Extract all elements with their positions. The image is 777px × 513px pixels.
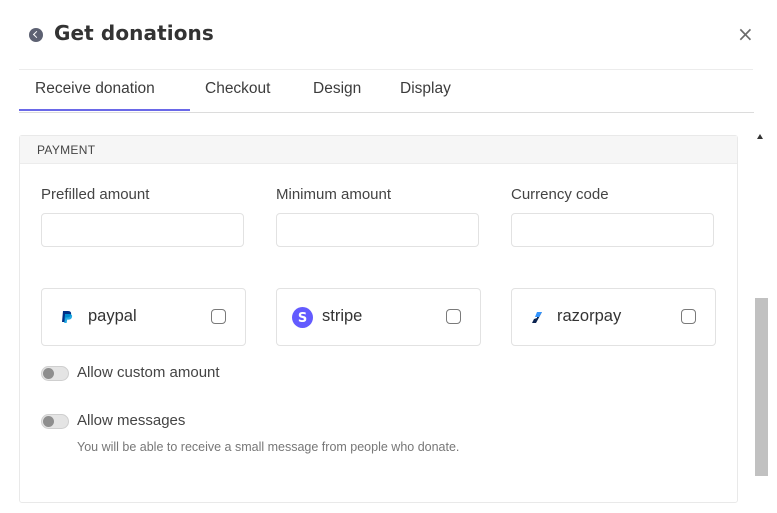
allow-custom-amount-toggle[interactable] (41, 366, 69, 381)
razorpay-icon (532, 312, 542, 323)
gateway-name: stripe (322, 307, 363, 325)
gateway-name: razorpay (557, 307, 622, 325)
stripe-checkbox[interactable] (446, 309, 461, 324)
donations-dialog: Get donations × Receive donation Checkou… (0, 0, 777, 513)
tab-bar: Receive donation Checkout Design Display (19, 70, 754, 113)
tab-design[interactable]: Design (313, 80, 361, 98)
prefilled-amount-label: Prefilled amount (41, 186, 150, 203)
allow-messages-label: Allow messages (77, 412, 186, 429)
allow-messages-toggle[interactable] (41, 414, 69, 429)
scrollbar-thumb[interactable] (755, 298, 768, 476)
paypal-checkbox[interactable] (211, 309, 226, 324)
allow-messages-help-text: You will be able to receive a small mess… (77, 440, 460, 454)
paypal-icon (62, 311, 73, 323)
tab-display[interactable]: Display (400, 80, 451, 98)
payment-section: PAYMENT Prefilled amount Minimum amount … (19, 135, 738, 503)
scroll-up-arrow-icon[interactable] (757, 134, 763, 139)
gateway-paypal[interactable]: paypal (41, 288, 246, 346)
razorpay-checkbox[interactable] (681, 309, 696, 324)
dialog-title: Get donations (54, 21, 214, 45)
back-icon[interactable] (29, 28, 43, 42)
gateway-stripe[interactable]: S stripe (276, 288, 481, 346)
close-icon[interactable]: × (737, 24, 754, 44)
toggle-knob (43, 368, 54, 379)
stripe-icon: S (292, 307, 313, 328)
gateway-razorpay[interactable]: razorpay (511, 288, 716, 346)
gateway-name: paypal (88, 307, 137, 325)
section-title: PAYMENT (37, 143, 96, 157)
dialog-header: Get donations × (0, 0, 777, 70)
minimum-amount-label: Minimum amount (276, 186, 392, 203)
active-tab-indicator (19, 109, 190, 111)
prefilled-amount-input[interactable] (41, 213, 244, 247)
toggle-knob (43, 416, 54, 427)
svg-text:S: S (298, 311, 307, 326)
currency-code-label: Currency code (511, 186, 609, 203)
allow-custom-amount-label: Allow custom amount (77, 364, 220, 381)
section-header: PAYMENT (20, 136, 737, 164)
currency-code-input[interactable] (511, 213, 714, 247)
minimum-amount-input[interactable] (276, 213, 479, 247)
tab-receive-donation[interactable]: Receive donation (35, 80, 155, 98)
tab-checkout[interactable]: Checkout (205, 80, 270, 98)
